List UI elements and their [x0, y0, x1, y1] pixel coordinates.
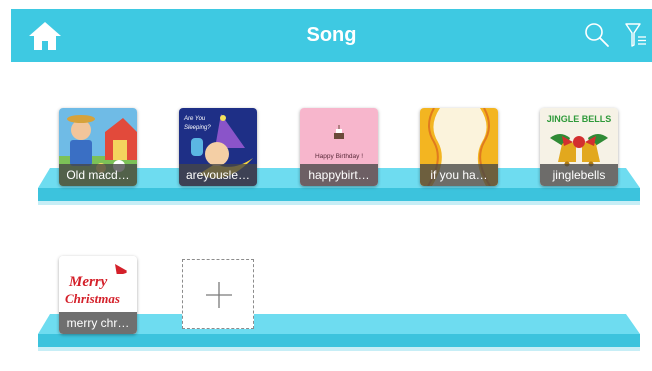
song-tile-are-you-sleeping[interactable]: Are You Sleeping? areyousle…	[179, 108, 257, 186]
song-tile-merry-christmas[interactable]: Merry Christmas merry chr…	[59, 256, 137, 334]
plus-icon	[206, 282, 232, 308]
song-tile-old-macdonald[interactable]: Old macd…	[59, 108, 137, 186]
song-title: happybirt…	[300, 164, 378, 186]
top-app-bar: Song	[11, 9, 652, 62]
song-tile-happy-birthday[interactable]: Happy Birthday ! happybirt…	[300, 108, 378, 186]
song-title: areyousle…	[179, 164, 257, 186]
song-title: merry chr…	[59, 312, 137, 334]
song-tile-jingle-bells[interactable]: JINGLE BELLS jinglebells	[540, 108, 618, 186]
page-title: Song	[306, 24, 357, 46]
cover-text: Happy Birthday !	[315, 153, 363, 160]
cover-text: Merry	[68, 274, 108, 290]
song-title: if you ha…	[420, 164, 498, 186]
song-title: jinglebells	[540, 164, 618, 186]
song-title: Old macd…	[59, 164, 137, 186]
cover-text: Sleeping?	[184, 125, 211, 131]
song-tile-if-you-happy[interactable]: if you ha…	[420, 108, 498, 186]
filter-button[interactable]	[624, 21, 648, 49]
cover-text: JINGLE BELLS	[547, 114, 612, 124]
search-button[interactable]	[584, 22, 610, 48]
add-song-button[interactable]	[182, 259, 254, 329]
search-icon	[585, 23, 609, 47]
cover-text: Are You	[183, 116, 206, 122]
filter-icon	[625, 23, 646, 47]
cover-text: Christmas	[65, 291, 120, 306]
